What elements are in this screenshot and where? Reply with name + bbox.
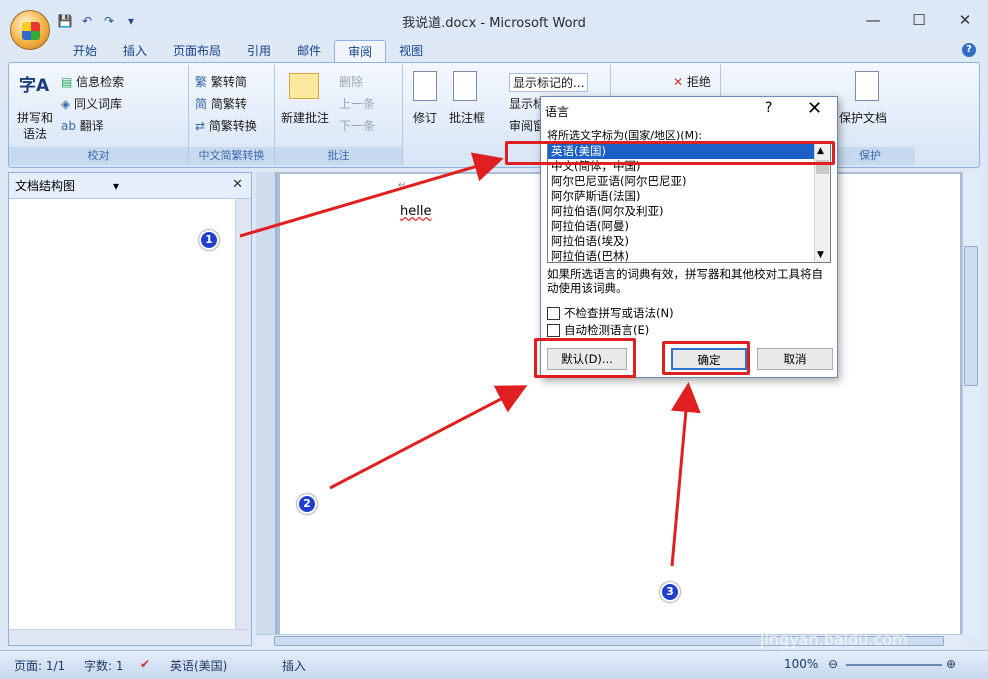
step-badge-3: 3 — [660, 582, 680, 602]
annotation-arrows — [239, 152, 701, 567]
step-badge-1: 1 — [199, 230, 219, 250]
watermark-logo: Bai经验 — [752, 595, 858, 628]
watermark-url: jingyan.baidu.com — [760, 630, 908, 649]
arrow-step1 — [239, 152, 504, 238]
office-button[interactable] — [10, 10, 50, 50]
arrow-step3 — [670, 382, 701, 567]
office-logo-icon — [22, 22, 40, 40]
arrow-step2 — [329, 385, 528, 490]
step-badge-2: 2 — [297, 494, 317, 514]
